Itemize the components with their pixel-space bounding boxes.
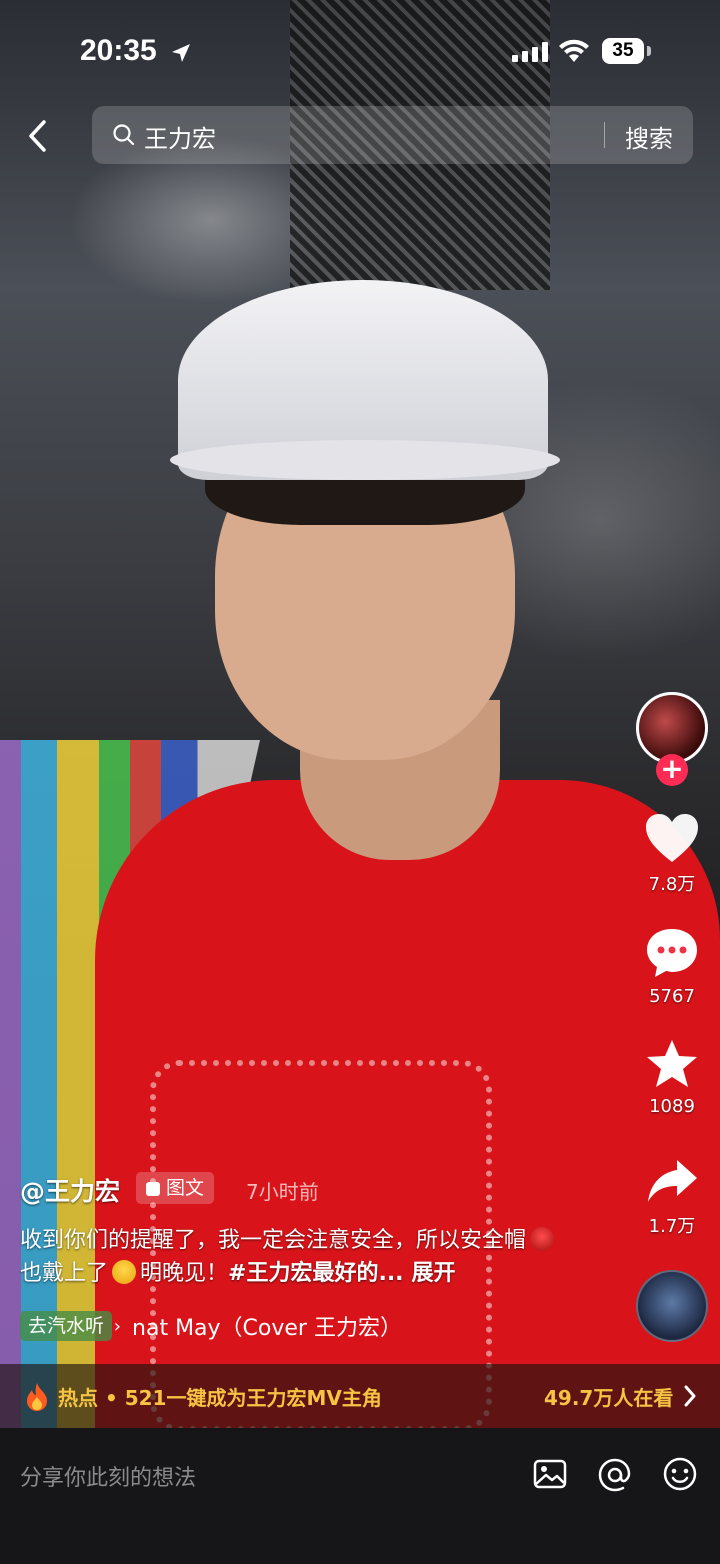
tongue-emoji-icon <box>112 1260 137 1284</box>
post-caption[interactable]: 收到你们的提醒了，我一定会注意安全，所以安全帽也戴上了 明晚见！#王力宏最好的..… <box>20 1224 580 1290</box>
caption-text-3: 明晚见！ <box>140 1261 229 1286</box>
at-icon[interactable] <box>596 1456 634 1494</box>
video-screen: 20:35 35 王力宏 搜索 + 7.8万 5767 1089 1.7万 @王… <box>0 0 720 1564</box>
heart-icon <box>646 814 698 862</box>
signal-icon <box>512 42 548 62</box>
status-time: 20:35 <box>80 34 157 67</box>
search-icon <box>113 124 135 146</box>
chip-chevron-icon: › <box>108 1315 121 1337</box>
follow-button[interactable]: + <box>656 754 688 786</box>
caption-text-2: 也戴上了 <box>20 1261 109 1286</box>
chevron-right-icon <box>684 1385 696 1407</box>
fire-icon <box>27 1383 47 1411</box>
music-disc[interactable] <box>636 1270 708 1342</box>
comment-bar: 分享你此刻的想法 <box>0 1428 720 1564</box>
favorite-button[interactable]: 1089 <box>632 1038 712 1117</box>
battery-indicator: 35 <box>602 38 644 64</box>
image-icon[interactable] <box>532 1456 568 1492</box>
comment-count: 5767 <box>649 986 695 1007</box>
search-divider <box>604 122 605 148</box>
search-button[interactable]: 搜索 <box>625 119 673 154</box>
expand-link[interactable]: 展开 <box>412 1261 456 1286</box>
like-button[interactable]: 7.8万 <box>632 812 712 896</box>
like-count: 7.8万 <box>648 874 696 895</box>
location-arrow-icon <box>172 44 190 62</box>
comment-icon <box>647 929 697 977</box>
comment-button[interactable]: 5767 <box>632 926 712 1007</box>
hashtag-link[interactable]: #王力宏最好的... <box>228 1261 404 1286</box>
author-name[interactable]: @王力宏 <box>20 1172 120 1208</box>
wifi-icon <box>559 39 589 62</box>
post-type-label: 图文 <box>166 1177 205 1199</box>
helmet-emoji-icon <box>530 1227 555 1251</box>
search-bar[interactable]: 王力宏 搜索 <box>92 106 693 164</box>
battery-tip <box>647 46 651 56</box>
status-bar: 20:35 35 <box>0 0 720 100</box>
music-row[interactable]: 去汽水听 › nat May（Cover 王力宏） <box>20 1310 402 1342</box>
plus-icon: + <box>660 752 684 785</box>
post-time: 7小时前 <box>246 1180 319 1204</box>
image-post-icon <box>146 1182 160 1196</box>
share-count: 1.7万 <box>648 1216 696 1237</box>
back-chevron-icon[interactable] <box>24 118 54 154</box>
hot-viewers-count: 49.7万人在看 <box>544 1386 674 1410</box>
hard-hat-brim <box>170 440 560 480</box>
emoji-icon[interactable] <box>662 1456 698 1492</box>
star-icon <box>647 1040 697 1087</box>
hot-topic-bar[interactable]: 热点 • 521一键成为王力宏MV主角 49.7万人在看 <box>0 1364 720 1428</box>
share-icon <box>648 1160 697 1202</box>
caption-text-1: 收到你们的提醒了，我一定会注意安全，所以安全帽 <box>20 1228 527 1253</box>
post-photo[interactable] <box>0 0 720 1432</box>
share-button[interactable]: 1.7万 <box>632 1158 712 1238</box>
comment-input[interactable]: 分享你此刻的想法 <box>20 1460 196 1492</box>
post-type-badge: 图文 <box>136 1172 215 1204</box>
music-title: nat May（Cover 王力宏） <box>132 1316 402 1341</box>
search-input[interactable]: 王力宏 <box>144 119 216 154</box>
favorite-count: 1089 <box>649 1096 695 1117</box>
hot-topic-label: 热点 • 521一键成为王力宏MV主角 <box>58 1386 382 1410</box>
music-app-chip[interactable]: 去汽水听 <box>20 1311 113 1341</box>
